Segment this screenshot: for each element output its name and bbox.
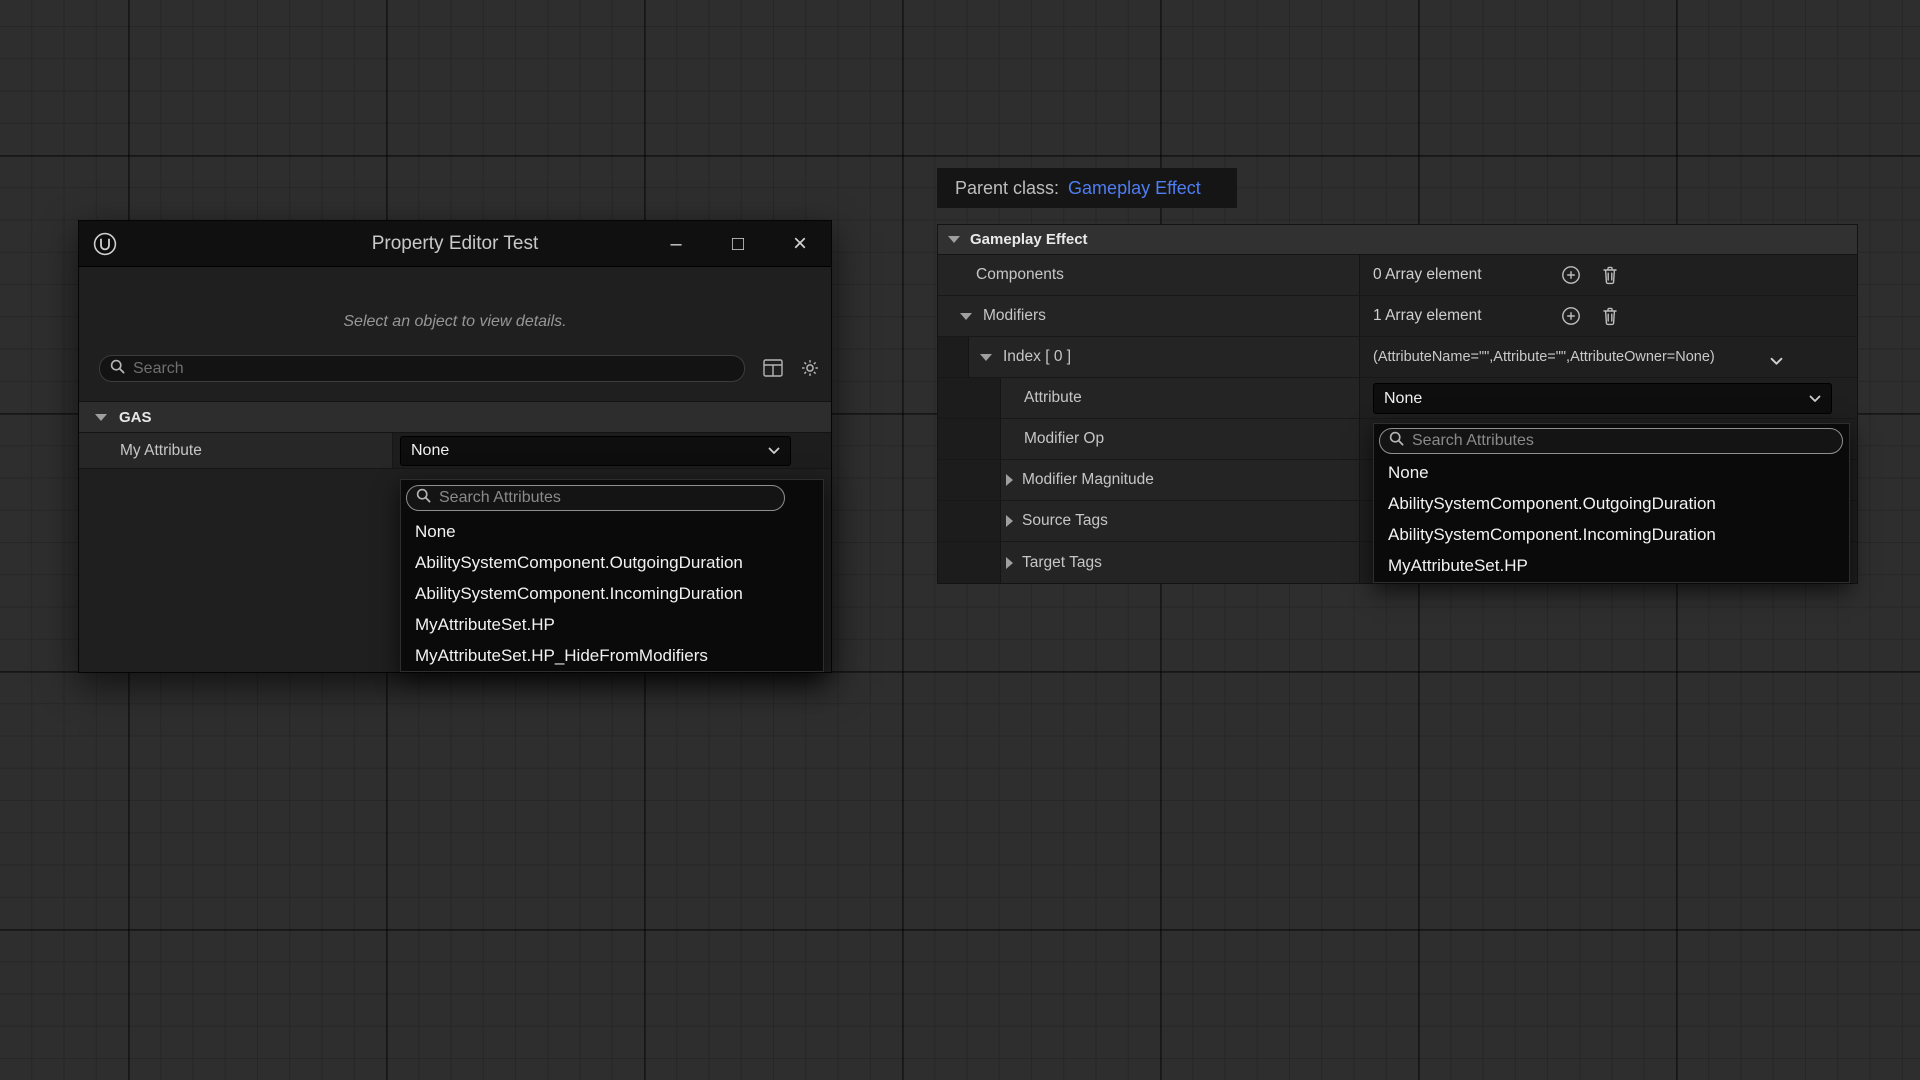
chevron-down-icon [768,442,780,460]
expand-arrow-icon[interactable] [1006,474,1013,486]
add-array-element-button[interactable] [1561,306,1581,326]
parent-class-bar: Parent class: Gameplay Effect [937,168,1237,208]
collapse-arrow-icon[interactable] [960,313,972,320]
maximize-button[interactable]: □ [707,221,769,267]
details-search-bar[interactable] [99,355,745,382]
collapse-arrow-icon[interactable] [948,236,960,243]
dropdown-option[interactable]: AbilitySystemComponent.OutgoingDuration [1374,488,1849,519]
window-titlebar[interactable]: Property Editor Test – □ × [79,221,831,267]
components-value-cell: 0 Array element [1360,255,1857,295]
parent-class-label: Parent class: [955,178,1059,199]
search-icon [1389,431,1404,451]
attribute-search-input[interactable] [439,489,784,507]
collapse-arrow-icon[interactable] [95,414,107,421]
dropdown-search-bar[interactable] [1379,428,1843,454]
dropdown-option[interactable]: MyAttributeSet.HP_HideFromModifiers [401,640,823,671]
my-attribute-value-cell: None [393,433,831,468]
attribute-row: Attribute None [938,378,1857,419]
attribute-label-cell: Attribute [938,378,1360,418]
modifiers-label: Modifiers [983,307,1046,325]
property-editor-window: Property Editor Test – □ × Select an obj… [78,220,832,673]
components-label-cell: Components [938,255,1360,295]
index-0-label-cell: Index [ 0 ] [938,337,1360,377]
category-label: Gameplay Effect [970,231,1088,248]
clear-array-button[interactable] [1601,306,1621,326]
modifiers-row: Modifiers 1 Array element [938,296,1857,337]
modifier-op-label-cell: Modifier Op [938,419,1360,459]
window-controls: – □ × [645,221,831,267]
chevron-down-icon [1809,390,1821,408]
dropdown-search-bar[interactable] [406,485,785,511]
chevron-down-icon[interactable] [1770,353,1783,371]
source-tags-label-cell: Source Tags [938,501,1360,541]
category-header-gas[interactable]: GAS [79,401,831,433]
array-count: 1 Array element [1373,307,1482,325]
expand-arrow-icon[interactable] [1006,557,1013,569]
dropdown-option[interactable]: AbilitySystemComponent.OutgoingDuration [401,547,823,578]
combobox-value: None [1384,390,1422,408]
attribute-picker-dropdown: None AbilitySystemComponent.OutgoingDura… [400,479,824,672]
my-attribute-label: My Attribute [120,442,202,460]
attribute-value-cell: None [1360,378,1857,418]
category-header-gameplay-effect[interactable]: Gameplay Effect [938,225,1857,255]
settings-gear-icon[interactable] [800,358,822,378]
index-0-row: Index [ 0 ] (AttributeName="",Attribute=… [938,337,1857,378]
modifier-magnitude-label: Modifier Magnitude [1022,471,1154,489]
attribute-label: Attribute [1024,389,1082,407]
modifiers-label-cell: Modifiers [938,296,1360,336]
struct-preview-value: (AttributeName="",Attribute="",Attribute… [1373,349,1715,365]
dropdown-option[interactable]: AbilitySystemComponent.IncomingDuration [401,578,823,609]
close-button[interactable]: × [769,221,831,267]
my-attribute-row: My Attribute None [79,433,831,469]
details-panel: Gameplay Effect Components 0 Array eleme… [937,224,1858,584]
target-tags-label: Target Tags [1022,554,1102,572]
attribute-combobox[interactable]: None [1373,383,1832,414]
minimize-button[interactable]: – [645,221,707,267]
modifiers-value-cell: 1 Array element [1360,296,1857,336]
array-count: 0 Array element [1373,266,1482,284]
expand-arrow-icon[interactable] [1006,515,1013,527]
dropdown-option[interactable]: MyAttributeSet.HP [401,609,823,640]
dropdown-option[interactable]: None [401,516,823,547]
components-label: Components [976,266,1064,284]
display-options-icon[interactable] [763,359,785,379]
parent-class-link[interactable]: Gameplay Effect [1068,178,1201,199]
collapse-arrow-icon[interactable] [980,354,992,361]
search-input[interactable] [133,360,744,378]
unreal-logo-icon [93,232,117,256]
modifier-magnitude-label-cell: Modifier Magnitude [938,460,1360,500]
modifier-op-label: Modifier Op [1024,430,1104,448]
my-attribute-combobox[interactable]: None [400,436,791,466]
my-attribute-label-cell: My Attribute [79,433,393,468]
empty-details-hint: Select an object to view details. [79,313,831,331]
dropdown-option[interactable]: AbilitySystemComponent.IncomingDuration [1374,519,1849,550]
add-array-element-button[interactable] [1561,265,1581,285]
search-icon [416,488,431,508]
target-tags-label-cell: Target Tags [938,542,1360,583]
index-0-value-cell: (AttributeName="",Attribute="",Attribute… [1360,337,1857,377]
dropdown-option[interactable]: MyAttributeSet.HP [1374,550,1849,581]
clear-array-button[interactable] [1601,265,1621,285]
components-row: Components 0 Array element [938,255,1857,296]
source-tags-label: Source Tags [1022,512,1108,530]
attribute-search-input[interactable] [1412,432,1842,450]
category-label: GAS [119,409,152,426]
combobox-value: None [411,442,449,460]
search-icon [110,359,125,379]
dropdown-option[interactable]: None [1374,457,1849,488]
attribute-picker-dropdown: None AbilitySystemComponent.OutgoingDura… [1373,423,1850,583]
index-0-label: Index [ 0 ] [1003,348,1071,366]
blueprint-grid-background: Property Editor Test – □ × Select an obj… [0,0,1920,1080]
